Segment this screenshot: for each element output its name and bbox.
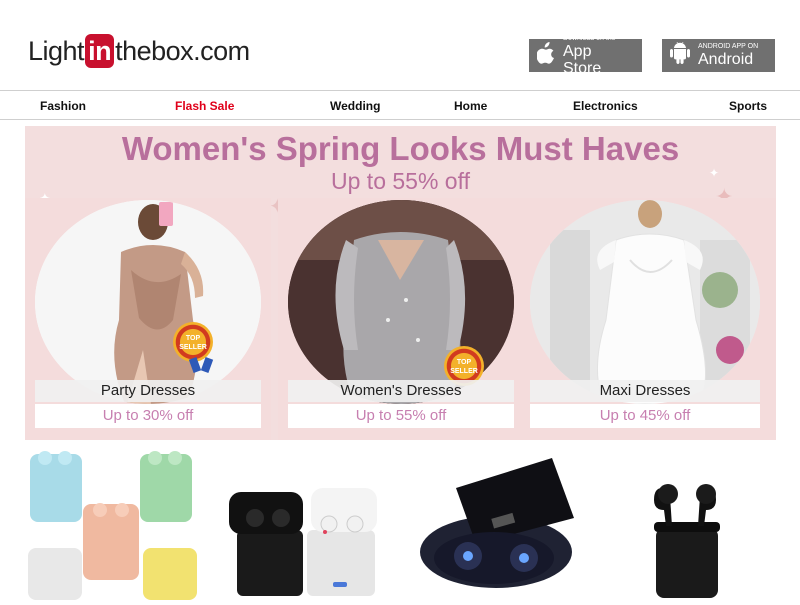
app-store-button[interactable]: Download on the App Store [529,35,642,77]
banner-subline: Up to 55% off [331,168,470,194]
card-offer: Up to 30% off [35,404,261,428]
card-womens-dresses[interactable]: TOP SELLER Women's Dresses Up to 55% off [278,198,524,440]
nav-item-flash-sale[interactable]: Flash Sale [175,99,234,113]
banner-headline: Women's Spring Looks Must Haves [121,130,680,167]
card-label: Women's Dresses [288,380,514,402]
earbuds-image [420,458,574,588]
android-text: ANDROID APP ON Android [698,43,758,68]
app-store-text: Download on the App Store [563,35,634,77]
lightinthebox-logo[interactable]: Light in thebox.com [28,33,250,69]
logo-text-in: in [85,34,115,68]
card-maxi-dresses[interactable]: Maxi Dresses Up to 45% off [522,198,776,440]
card-label: Party Dresses [35,380,261,402]
android-icon [670,41,690,70]
earbuds-image [28,451,197,600]
nav-item-sports[interactable]: Sports [729,99,767,113]
apple-icon [536,41,555,70]
card-offer: Up to 45% off [530,404,760,428]
nav-item-fashion[interactable]: Fashion [40,99,86,113]
nav-item-home[interactable]: Home [454,99,487,113]
card-offer: Up to 55% off [288,404,514,428]
maxi-dress-image [530,200,760,404]
nav-item-wedding[interactable]: Wedding [330,99,380,113]
party-dress-image [35,200,261,404]
card-party-dresses[interactable]: TOP SELLER Party Dresses Up to 30% off [25,198,271,440]
category-nav: Fashion Flash Sale Wedding Home Electron… [0,90,800,120]
product-black-airpods[interactable] [640,448,740,600]
android-app-button[interactable]: ANDROID APP ON Android [662,39,775,72]
android-small-text: ANDROID APP ON [698,43,759,50]
spring-looks-banner[interactable]: ✦ ✧ ✦ ✦ ✦ Women's Spring Looks Must Have… [25,126,776,440]
app-store-big-text: App Store [563,42,602,77]
app-store-small-text: Download on the [563,34,616,42]
card-label: Maxi Dresses [530,380,760,402]
product-strip [0,448,800,600]
site-header: Light in thebox.com Download on the App St… [0,0,800,90]
top-seller-badge: TOP SELLER [173,322,213,362]
logo-text-light: Light [28,35,85,66]
earbuds-image [229,488,377,596]
product-tws-earbuds-display[interactable] [412,448,582,600]
nav-item-electronics[interactable]: Electronics [573,99,638,113]
android-big-text: Android [698,51,754,68]
product-black-white-earbuds[interactable] [225,448,390,600]
logo-text-thebox: thebox.com [115,35,250,66]
earbuds-image [654,484,720,598]
product-colorful-earbuds[interactable] [25,448,205,600]
